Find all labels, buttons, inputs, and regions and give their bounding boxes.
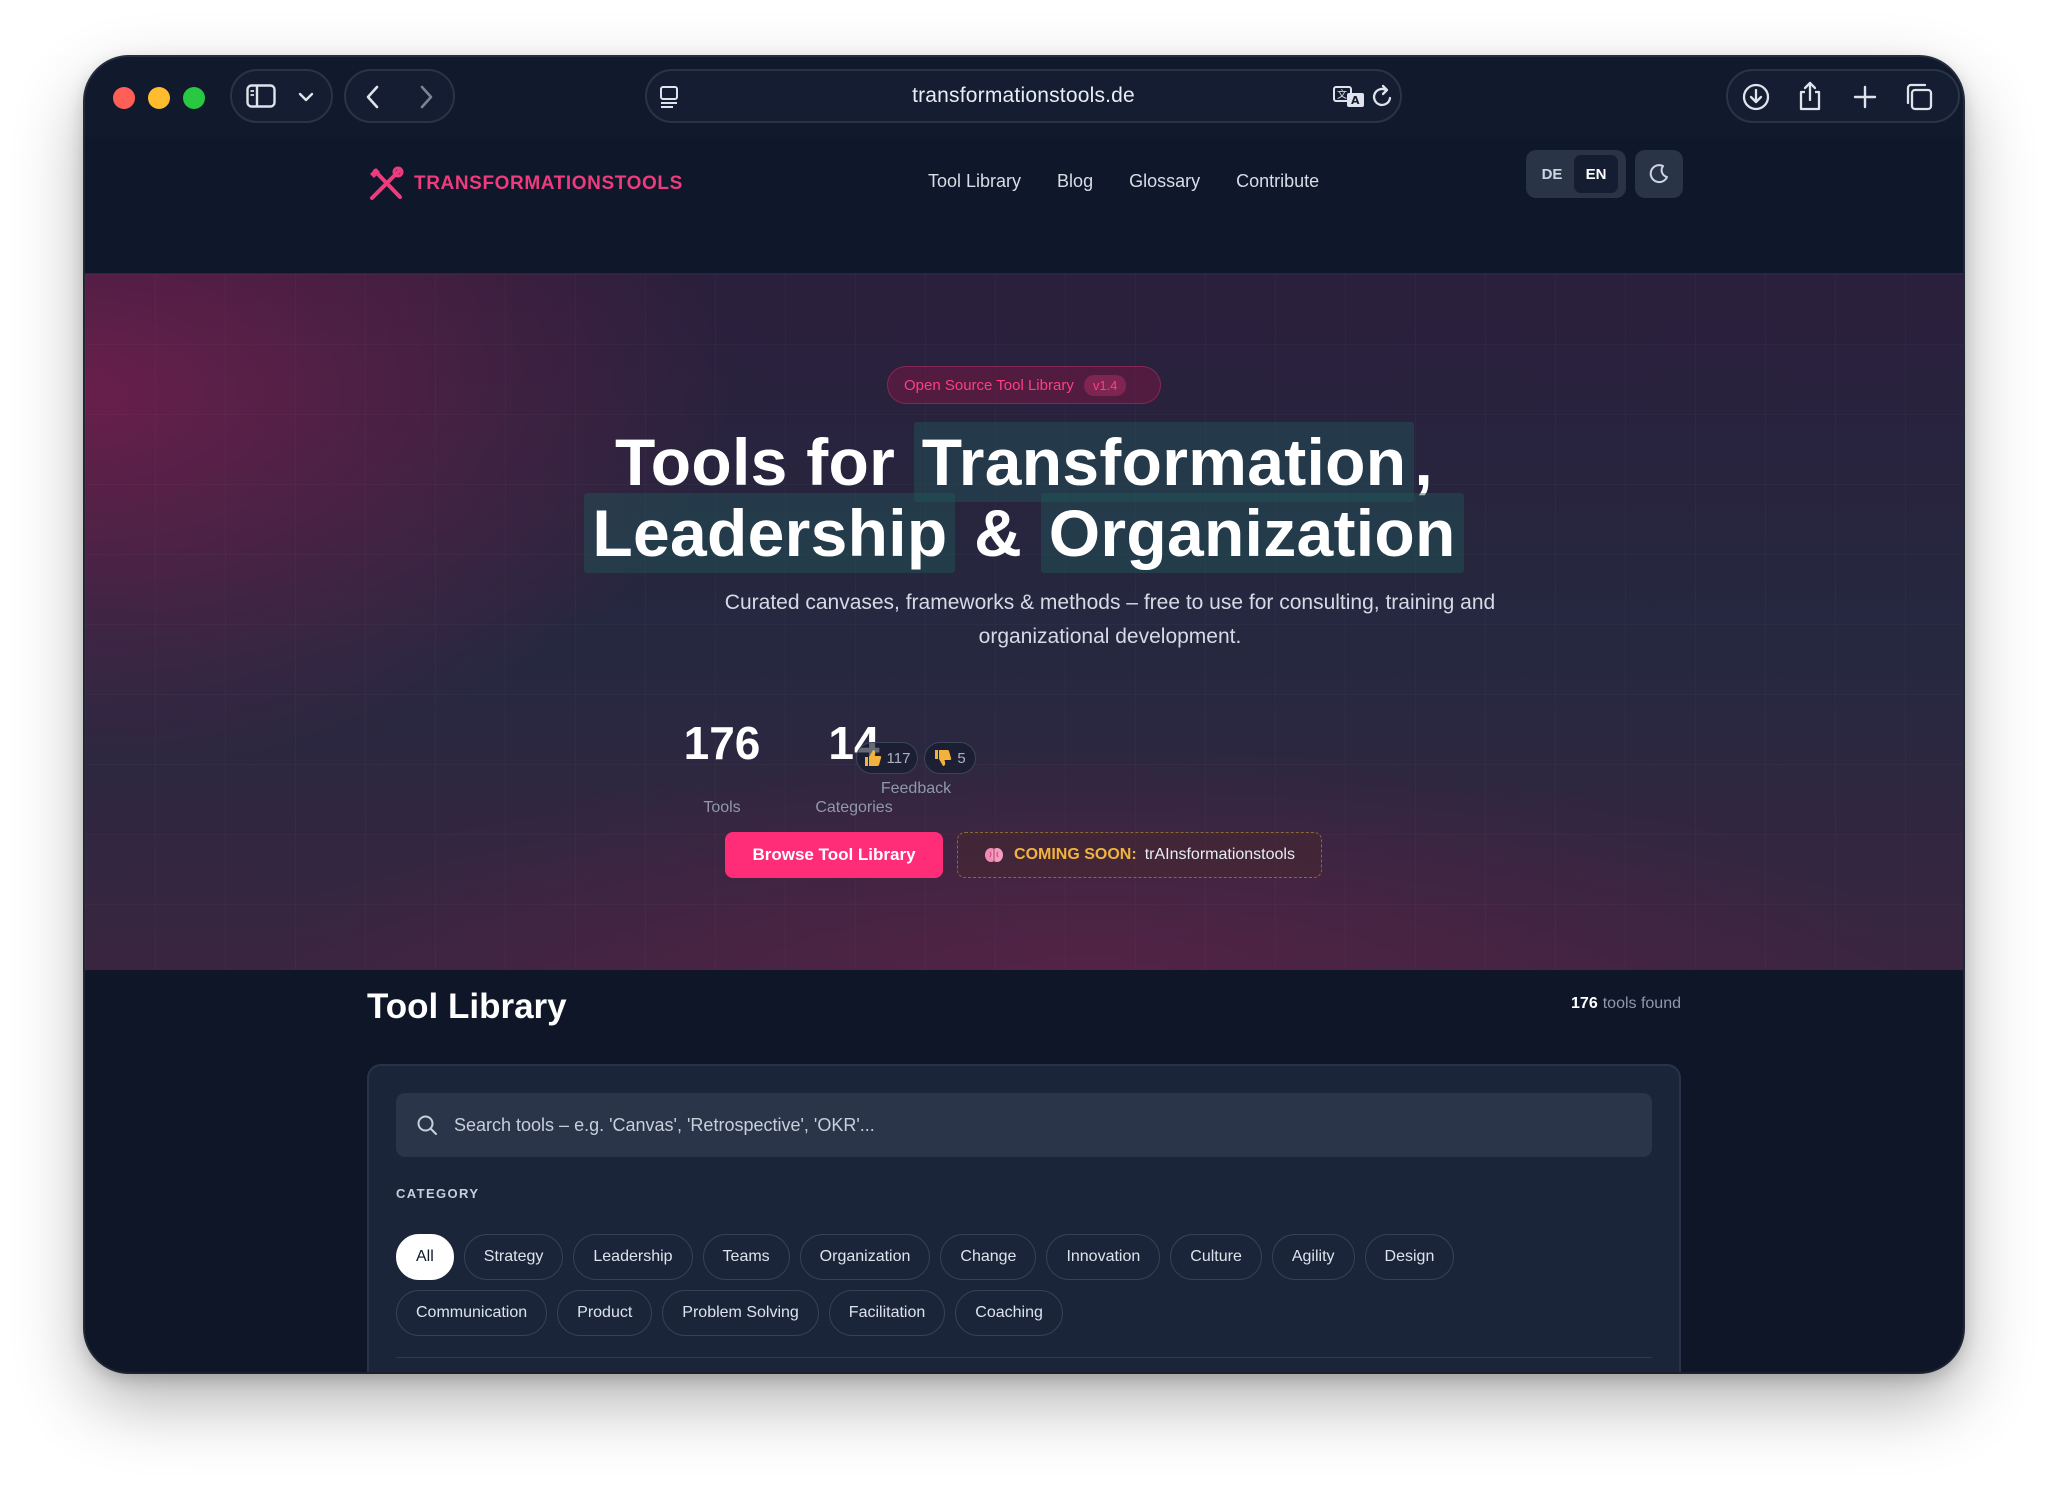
download-icon[interactable]: [1742, 83, 1770, 111]
category-chip-facilitation[interactable]: Facilitation: [828, 1290, 946, 1336]
translate-icon[interactable]: 文 A: [1333, 85, 1365, 109]
tab-overview-icon[interactable]: [1904, 82, 1934, 112]
nav-blog[interactable]: Blog: [1057, 171, 1093, 192]
hero-title-line-2: Leadership & Organization: [85, 493, 1963, 573]
tool-library-heading: Tool Library: [367, 987, 567, 1026]
version-badge: v1.4: [1083, 374, 1127, 396]
search-icon: [417, 1115, 437, 1135]
feedback-label: Feedback: [880, 780, 952, 797]
filter-panel: Search tools – e.g. 'Canvas', 'Retrospec…: [367, 1064, 1681, 1372]
title-pre: Tools for: [615, 425, 896, 499]
chevron-down-icon[interactable]: [298, 91, 314, 103]
history-nav-group: [344, 69, 455, 123]
brain-icon: [985, 848, 1004, 862]
open-source-badge: Open Source Tool Library v1.4: [887, 366, 1161, 404]
category-chip-teams[interactable]: Teams: [702, 1234, 790, 1280]
new-tab-icon[interactable]: [1852, 84, 1878, 110]
browser-window: transformationstools.de 文 A TRANSFORMATI…: [85, 57, 1963, 1372]
tools-found-count: 176 tools found: [1571, 995, 1681, 1013]
language-switch: DE EN: [1526, 150, 1626, 198]
svg-text:A: A: [1351, 94, 1360, 107]
category-chip-problem-solving[interactable]: Problem Solving: [662, 1290, 819, 1336]
coming-soon-label: COMING SOON:: [1014, 846, 1137, 863]
title-comma: ,: [1414, 425, 1433, 499]
coming-soon-button[interactable]: COMING SOON: trAInsformationstools: [957, 832, 1322, 878]
browse-tool-library-button[interactable]: Browse Tool Library: [725, 832, 943, 878]
category-chip-all[interactable]: All: [396, 1234, 454, 1280]
tools-logo-icon: [370, 166, 404, 200]
nav-tool-library[interactable]: Tool Library: [928, 171, 1021, 192]
title-highlight-leadership: Leadership: [584, 493, 956, 573]
category-chip-strategy[interactable]: Strategy: [463, 1234, 564, 1280]
theme-toggle-button[interactable]: [1635, 150, 1683, 198]
category-heading: CATEGORY: [396, 1186, 480, 1201]
tools-count-number: 176: [1571, 995, 1598, 1012]
thumbs-down-icon: [935, 750, 952, 766]
site-header: TRANSFORMATIONSTOOLS Tool Library Blog G…: [85, 137, 1963, 274]
nav-contribute[interactable]: Contribute: [1236, 171, 1319, 192]
category-row-1: All Strategy Leadership Teams Organizati…: [396, 1234, 1656, 1280]
badge-text: Open Source Tool Library: [904, 376, 1074, 394]
category-chip-leadership[interactable]: Leadership: [573, 1234, 693, 1280]
brand-name: TRANSFORMATIONSTOOLS: [414, 173, 683, 194]
category-chip-organization[interactable]: Organization: [799, 1234, 931, 1280]
likes-count: 117: [886, 749, 911, 767]
category-chip-change[interactable]: Change: [940, 1234, 1037, 1280]
url-text: transformationstools.de: [912, 84, 1135, 107]
nav-glossary[interactable]: Glossary: [1129, 171, 1200, 192]
search-placeholder: Search tools – e.g. 'Canvas', 'Retrospec…: [454, 1114, 875, 1135]
maximize-window-button[interactable]: [183, 87, 205, 109]
moon-icon: [1649, 164, 1668, 184]
category-chip-culture[interactable]: Culture: [1170, 1234, 1262, 1280]
brand-logo[interactable]: TRANSFORMATIONSTOOLS: [367, 165, 683, 203]
browser-actions-group: [1726, 69, 1960, 123]
close-window-button[interactable]: [113, 87, 135, 109]
hero-section: Open Source Tool Library v1.4 Tools for …: [85, 274, 1963, 970]
tools-count-suffix: tools found: [1602, 995, 1681, 1012]
search-input[interactable]: Search tools – e.g. 'Canvas', 'Retrospec…: [396, 1093, 1652, 1157]
thumbs-up-icon: [864, 750, 881, 766]
dislikes-count: 5: [957, 749, 966, 767]
category-chip-agility[interactable]: Agility: [1271, 1234, 1355, 1280]
thumbs-down-button[interactable]: 5: [924, 742, 976, 774]
hero-title-line-1: Tools for Transformation,: [85, 422, 1963, 502]
category-chip-design[interactable]: Design: [1364, 1234, 1455, 1280]
svg-text:文: 文: [1337, 88, 1347, 101]
category-chips: All Strategy Leadership Teams Organizati…: [396, 1234, 1656, 1346]
forward-arrow-icon[interactable]: [417, 84, 435, 110]
sidebar-icon[interactable]: [246, 84, 276, 108]
panel-divider: [396, 1357, 1652, 1358]
address-bar[interactable]: transformationstools.de 文 A: [645, 69, 1402, 123]
category-chip-innovation[interactable]: Innovation: [1046, 1234, 1161, 1280]
title-ampersand: &: [974, 496, 1023, 570]
category-chip-communication[interactable]: Communication: [396, 1290, 548, 1336]
minimize-window-button[interactable]: [148, 87, 170, 109]
category-row-2: Communication Product Problem Solving Fa…: [396, 1290, 1656, 1336]
share-icon[interactable]: [1797, 80, 1823, 112]
back-arrow-icon[interactable]: [364, 84, 382, 110]
reload-icon[interactable]: [1371, 84, 1395, 110]
hero-subtitle: Curated canvases, frameworks & methods –…: [724, 591, 1496, 648]
coming-soon-name: trAInsformationstools: [1144, 846, 1295, 863]
sidebar-toggle-group: [230, 69, 333, 123]
title-highlight-transformation: Transformation: [913, 422, 1415, 502]
stat-categories-label: Categories: [815, 799, 893, 816]
main-nav: Tool Library Blog Glossary Contribute: [928, 171, 1355, 192]
lang-en-button[interactable]: EN: [1574, 155, 1618, 193]
title-highlight-organization: Organization: [1040, 493, 1464, 573]
browser-toolbar: transformationstools.de 文 A: [85, 57, 1963, 137]
category-chip-product[interactable]: Product: [557, 1290, 653, 1336]
category-chip-coaching[interactable]: Coaching: [955, 1290, 1063, 1336]
lang-de-button[interactable]: DE: [1530, 155, 1574, 193]
thumbs-up-button[interactable]: 117: [856, 742, 918, 774]
